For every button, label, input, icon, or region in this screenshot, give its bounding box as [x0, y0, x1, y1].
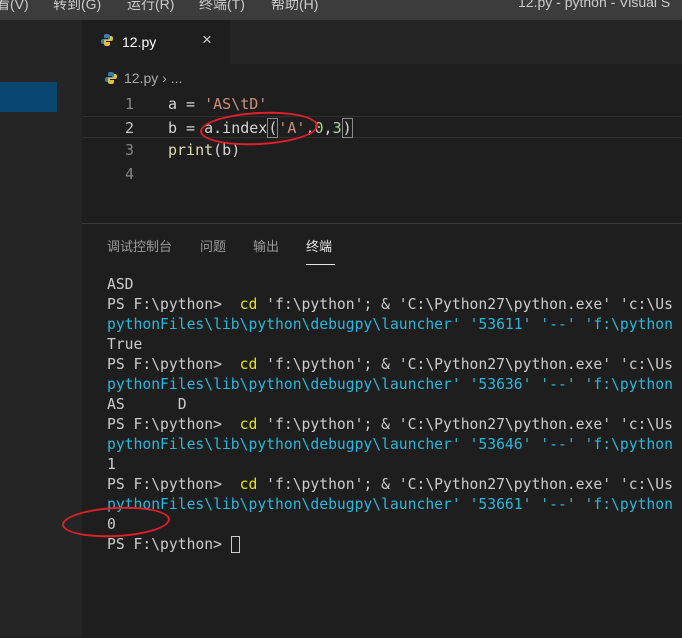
explorer-sidebar: [0, 20, 82, 637]
line-number: 3: [124, 141, 134, 159]
terminal-line: PS F:\python> cd 'f:\python'; & 'C:\Pyth…: [107, 476, 673, 493]
tab-terminal[interactable]: 终端: [306, 236, 332, 255]
terminal-line: pythonFiles\lib\python\debugpy\launcher'…: [107, 316, 673, 333]
menu-goto[interactable]: 转到(G): [53, 0, 101, 14]
terminal-cursor: [230, 536, 240, 553]
bottom-panel: 调试控制台 问题 输出 终端 ASD PS F:\python> cd 'f:\…: [82, 223, 682, 638]
terminal-line: PS F:\python> cd 'f:\python'; & 'C:\Pyth…: [107, 356, 673, 373]
tab-12-py[interactable]: 12.py ×: [82, 20, 230, 64]
terminal-line: True: [107, 336, 143, 353]
menu-view[interactable]: 看(V): [0, 0, 29, 14]
code-line: 3 print(b): [82, 139, 682, 161]
terminal-prompt-line: PS F:\python>: [107, 535, 682, 555]
tab-label: 12.py: [122, 34, 157, 50]
line-number: 4: [124, 165, 134, 183]
tab-problems[interactable]: 问题: [200, 236, 226, 255]
menu-run[interactable]: 运行(R): [127, 0, 174, 14]
terminal-line: ASD: [107, 276, 134, 293]
explorer-selected-item[interactable]: [0, 82, 57, 112]
breadcrumb-more[interactable]: ...: [171, 70, 183, 86]
terminal-line: 0: [107, 516, 116, 533]
breadcrumb-file[interactable]: 12.py: [124, 70, 158, 86]
code-editor[interactable]: 12.py › ... 1 a = 'AS\tD' 2 b = a.index(…: [82, 64, 682, 223]
code-line: 4: [82, 163, 682, 185]
terminal-line: pythonFiles\lib\python\debugpy\launcher'…: [107, 436, 673, 453]
line-number: 1: [124, 95, 134, 113]
terminal-line: pythonFiles\lib\python\debugpy\launcher'…: [107, 496, 673, 513]
editor-tab-bar: 12.py ×: [82, 20, 682, 64]
terminal-line: 1: [107, 456, 116, 473]
window-title: 12.py - python - Visual S: [518, 0, 671, 10]
code-line-current: 2 b = a.index('A',0,3): [82, 116, 682, 138]
active-tab-indicator: [306, 264, 335, 265]
terminal-line: PS F:\python> cd 'f:\python'; & 'C:\Pyth…: [107, 296, 673, 313]
menu-help[interactable]: 帮助(H): [271, 0, 318, 14]
python-file-icon: [105, 72, 117, 84]
line-number: 2: [124, 119, 134, 137]
code-text: a = 'AS\tD': [168, 95, 268, 113]
code-line: 1 a = 'AS\tD': [82, 93, 682, 115]
python-file-icon: [101, 34, 113, 46]
breadcrumb: 12.py › ...: [104, 70, 182, 86]
terminal-line: PS F:\python> cd 'f:\python'; & 'C:\Pyth…: [107, 416, 673, 433]
terminal-line: AS D: [107, 396, 187, 413]
tab-output[interactable]: 输出: [253, 236, 279, 255]
menu-terminal[interactable]: 终端(T): [199, 0, 245, 14]
breadcrumb-separator: ›: [162, 70, 167, 86]
terminal-output[interactable]: ASD PS F:\python> cd 'f:\python'; & 'C:\…: [107, 275, 682, 635]
tab-debug-console[interactable]: 调试控制台: [107, 236, 172, 255]
close-icon[interactable]: ×: [202, 30, 212, 50]
menu-bar: 看(V) 转到(G) 运行(R) 终端(T) 帮助(H) 12.py - pyt…: [0, 0, 682, 20]
terminal-line: pythonFiles\lib\python\debugpy\launcher'…: [107, 376, 673, 393]
